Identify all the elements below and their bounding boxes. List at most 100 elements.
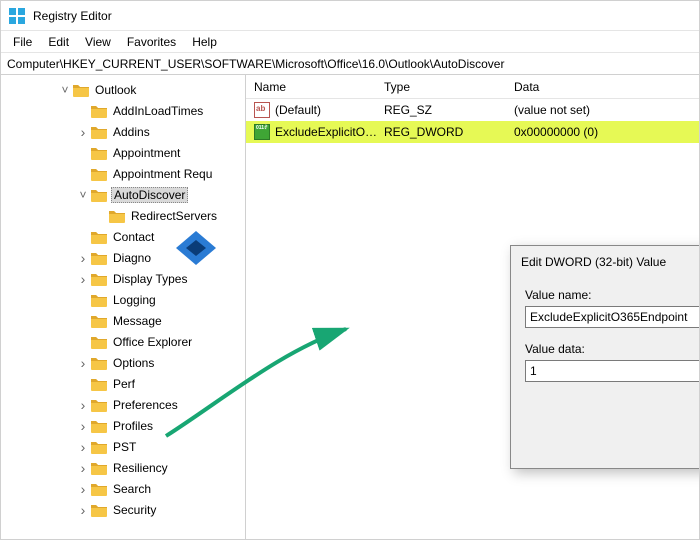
value-type: REG_SZ — [376, 103, 506, 117]
menubar: File Edit View Favorites Help — [1, 31, 699, 53]
tree-item[interactable]: Message — [1, 310, 245, 331]
value-name: (Default) — [275, 103, 321, 117]
folder-icon — [91, 335, 107, 349]
tree-label: Resiliency — [111, 461, 170, 475]
menu-edit[interactable]: Edit — [40, 33, 77, 51]
folder-icon — [91, 461, 107, 475]
tree-label: Appointment Requ — [111, 167, 214, 181]
tree-item[interactable]: Search — [1, 478, 245, 499]
tree-label: Profiles — [111, 419, 155, 433]
chevron-right-icon[interactable] — [77, 355, 89, 371]
list-row[interactable]: ExcludeExplicitO…REG_DWORD0x00000000 (0) — [246, 121, 699, 143]
value-type: REG_DWORD — [376, 125, 506, 139]
menu-file[interactable]: File — [5, 33, 40, 51]
tree-label: Search — [111, 482, 153, 496]
tree-label: Options — [111, 356, 156, 370]
folder-icon — [91, 104, 107, 118]
app-title: Registry Editor — [33, 9, 112, 23]
tree-item[interactable]: Appointment — [1, 142, 245, 163]
list-pane: Name Type Data (Default)REG_SZ(value not… — [246, 75, 699, 539]
folder-icon — [91, 482, 107, 496]
tree-item[interactable]: Perf — [1, 373, 245, 394]
folder-icon — [91, 503, 107, 517]
value-data-field[interactable] — [525, 360, 699, 382]
chevron-right-icon[interactable] — [77, 397, 89, 413]
tree-label: Display Types — [111, 272, 189, 286]
folder-icon — [91, 356, 107, 370]
titlebar: Registry Editor — [1, 1, 699, 31]
tree-item[interactable]: Preferences — [1, 394, 245, 415]
tree-label: PST — [111, 440, 138, 454]
list-row[interactable]: (Default)REG_SZ(value not set) — [246, 99, 699, 121]
folder-icon — [91, 272, 107, 286]
folder-icon — [91, 125, 107, 139]
col-header-data[interactable]: Data — [506, 80, 699, 94]
tree-item[interactable]: Appointment Requ — [1, 163, 245, 184]
tree-root-outlook[interactable]: Outlook — [1, 79, 245, 100]
chevron-right-icon[interactable] — [77, 418, 89, 434]
address-path: Computer\HKEY_CURRENT_USER\SOFTWARE\Micr… — [7, 57, 504, 71]
value-data-label: Value data: — [525, 342, 699, 356]
tree-item[interactable]: Diagno — [1, 247, 245, 268]
tree-item[interactable]: Contact — [1, 226, 245, 247]
tree-label: Logging — [111, 293, 158, 307]
tree-pane[interactable]: Outlook AddInLoadTimes Addins Appointment A… — [1, 75, 246, 539]
folder-icon — [91, 251, 107, 265]
folder-icon — [73, 83, 89, 97]
chevron-right-icon[interactable] — [77, 271, 89, 287]
list-header: Name Type Data — [246, 75, 699, 99]
tree-item[interactable]: Addins — [1, 121, 245, 142]
tree-item[interactable]: Logging — [1, 289, 245, 310]
tree-label: Security — [111, 503, 158, 517]
folder-icon — [91, 419, 107, 433]
folder-icon — [91, 188, 107, 202]
menu-favorites[interactable]: Favorites — [119, 33, 184, 51]
tree-item[interactable]: Office Explorer — [1, 331, 245, 352]
dword-value-icon — [254, 124, 270, 140]
tree-label: Preferences — [111, 398, 180, 412]
tree-item[interactable]: Profiles — [1, 415, 245, 436]
tree-item[interactable]: AddInLoadTimes — [1, 100, 245, 121]
folder-icon — [109, 209, 125, 223]
folder-icon — [91, 398, 107, 412]
value-name: ExcludeExplicitO… — [275, 125, 376, 139]
chevron-down-icon[interactable] — [59, 83, 71, 97]
tree-item[interactable]: Resiliency — [1, 457, 245, 478]
chevron-right-icon[interactable] — [77, 460, 89, 476]
chevron-right-icon[interactable] — [77, 502, 89, 518]
tree-label: Diagno — [111, 251, 153, 265]
tree-item[interactable]: Options — [1, 352, 245, 373]
tree-label: RedirectServers — [129, 209, 219, 223]
address-bar[interactable]: Computer\HKEY_CURRENT_USER\SOFTWARE\Micr… — [1, 53, 699, 75]
string-value-icon — [254, 102, 270, 118]
folder-icon — [91, 440, 107, 454]
chevron-right-icon[interactable] — [77, 124, 89, 140]
tree-label: AutoDiscover — [111, 187, 188, 203]
chevron-down-icon[interactable] — [77, 188, 89, 202]
tree-item[interactable]: Security — [1, 499, 245, 520]
regedit-icon — [9, 8, 25, 24]
tree-label: AddInLoadTimes — [111, 104, 205, 118]
menu-view[interactable]: View — [77, 33, 119, 51]
folder-icon — [91, 230, 107, 244]
tree-item[interactable]: RedirectServers — [1, 205, 245, 226]
value-name-label: Value name: — [525, 288, 699, 302]
menu-help[interactable]: Help — [184, 33, 225, 51]
tree-label: Perf — [111, 377, 137, 391]
tree-item[interactable]: PST — [1, 436, 245, 457]
edit-dword-dialog: Edit DWORD (32-bit) Value ✕ Value name: … — [510, 245, 699, 469]
col-header-name[interactable]: Name — [246, 80, 376, 94]
chevron-right-icon[interactable] — [77, 481, 89, 497]
dialog-title: Edit DWORD (32-bit) Value — [521, 255, 666, 269]
value-data: 0x00000000 (0) — [506, 125, 699, 139]
tree-item[interactable]: Display Types — [1, 268, 245, 289]
folder-icon — [91, 377, 107, 391]
tree-item[interactable]: AutoDiscover — [1, 184, 245, 205]
tree-label: Addins — [111, 125, 152, 139]
col-header-type[interactable]: Type — [376, 80, 506, 94]
folder-icon — [91, 146, 107, 160]
value-name-field[interactable] — [525, 306, 699, 328]
tree-label: Outlook — [93, 83, 138, 97]
chevron-right-icon[interactable] — [77, 439, 89, 455]
chevron-right-icon[interactable] — [77, 250, 89, 266]
